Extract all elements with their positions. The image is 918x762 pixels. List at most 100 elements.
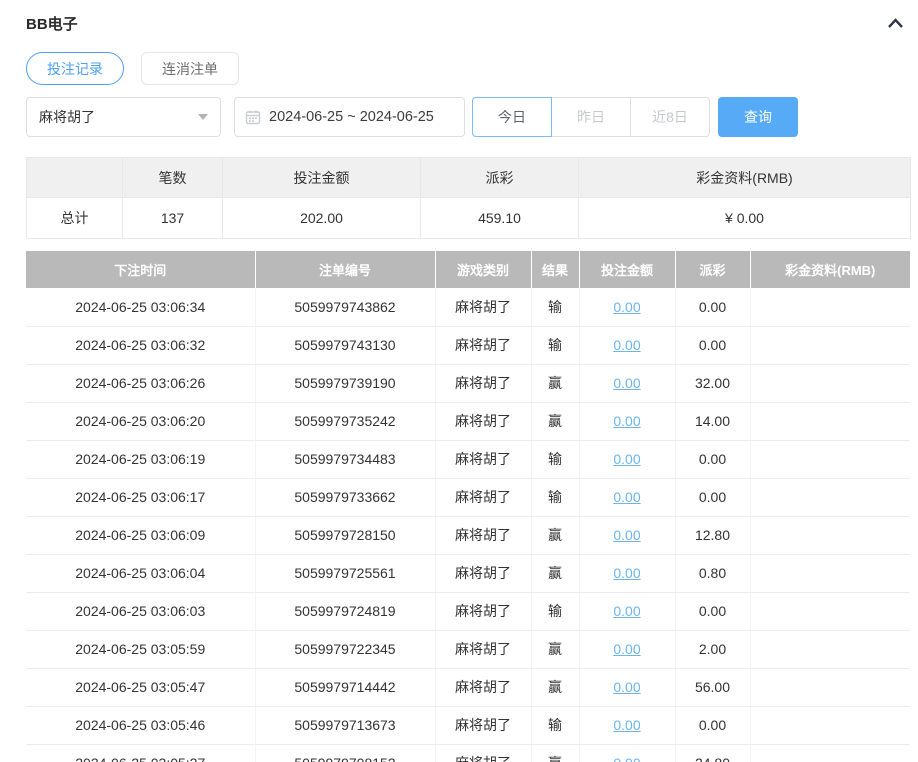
last-8-days-button[interactable]: 近8日 [630,97,710,137]
cell-game: 麻将胡了 [435,516,532,555]
bet-amount-link[interactable]: 0.00 [613,603,640,619]
tab-bet-records[interactable]: 投注记录 [26,52,124,85]
today-button[interactable]: 今日 [472,97,552,137]
summary-total-count: 137 [122,197,223,239]
detail-row: 2024-06-25 03:05:59 5059979722345 麻将胡了赢 0.0… [26,630,910,669]
cell-order: 5059979724819 [255,592,436,631]
cell-bonus [750,288,910,327]
bet-amount-link[interactable]: 0.00 [613,755,640,762]
cell-time: 2024-06-25 03:06:20 [26,402,256,441]
detail-row: 2024-06-25 03:06:04 5059979725561 麻将胡了赢 0.0… [26,554,910,593]
cell-time: 2024-06-25 03:06:32 [26,326,256,365]
cell-bet: 0.00 [579,478,676,517]
game-select[interactable]: 麻将胡了 [26,97,221,137]
chevron-up-icon [888,18,903,28]
cell-bet: 0.00 [579,288,676,327]
bet-amount-link[interactable]: 0.00 [613,451,640,467]
cell-result: 输 [531,440,580,479]
bet-amount-link[interactable]: 0.00 [613,565,640,581]
cell-bet: 0.00 [579,744,676,762]
cell-bet: 0.00 [579,592,676,631]
cell-game: 麻将胡了 [435,554,532,593]
filter-bar: 麻将胡了 2024-06-25 ~ 2024-06-25 今日 昨日 近8日 查… [26,97,910,137]
cell-game: 麻将胡了 [435,668,532,707]
cell-payout: 0.00 [675,706,751,745]
yesterday-button[interactable]: 昨日 [551,97,631,137]
tab-bar: 投注记录 连消注单 [26,52,910,85]
cell-order: 5059979734483 [255,440,436,479]
detail-row: 2024-06-25 03:06:09 5059979728150 麻将胡了赢 0.0… [26,516,910,555]
summary-total-row: 总计 137 202.00 459.10 ¥ 0.00 [26,197,911,239]
bet-amount-link[interactable]: 0.00 [613,375,640,391]
cell-payout: 24.80 [675,744,751,762]
summary-total-bet-amount: 202.00 [222,197,421,239]
detail-header-bet: 投注金额 [579,251,676,288]
detail-header-payout: 派彩 [675,251,751,288]
cell-bet: 0.00 [579,440,676,479]
cell-bonus [750,516,910,555]
cell-order: 5059979725561 [255,554,436,593]
cell-order: 5059979735242 [255,402,436,441]
cell-bet: 0.00 [579,402,676,441]
cell-game: 麻将胡了 [435,478,532,517]
cell-bonus [750,554,910,593]
cell-result: 赢 [531,668,580,707]
bet-amount-link[interactable]: 0.00 [613,679,640,695]
cell-bet: 0.00 [579,554,676,593]
cell-order: 5059979713673 [255,706,436,745]
cell-order: 5059979714442 [255,668,436,707]
cell-game: 麻将胡了 [435,744,532,762]
cell-bet: 0.00 [579,364,676,403]
cell-time: 2024-06-25 03:06:26 [26,364,256,403]
detail-row: 2024-06-25 03:06:03 5059979724819 麻将胡了输 0.0… [26,592,910,631]
tab-cancelled-orders[interactable]: 连消注单 [141,52,239,85]
bet-amount-link[interactable]: 0.00 [613,413,640,429]
cell-payout: 0.00 [675,440,751,479]
cell-result: 赢 [531,516,580,555]
cell-time: 2024-06-25 03:06:19 [26,440,256,479]
detail-row: 2024-06-25 03:06:20 5059979735242 麻将胡了赢 0.0… [26,402,910,441]
cell-time: 2024-06-25 03:06:04 [26,554,256,593]
detail-row: 2024-06-25 03:06:19 5059979734483 麻将胡了输 0.0… [26,440,910,479]
summary-header-row: 笔数 投注金额 派彩 彩金资料(RMB) [26,157,911,198]
calendar-icon [245,110,261,125]
date-range-input[interactable]: 2024-06-25 ~ 2024-06-25 [234,97,465,137]
cell-payout: 12.80 [675,516,751,555]
cell-payout: 0.00 [675,592,751,631]
bet-amount-link[interactable]: 0.00 [613,641,640,657]
cell-order: 5059979739190 [255,364,436,403]
bet-amount-link[interactable]: 0.00 [613,489,640,505]
page-title: BB电子 [26,15,78,33]
detail-row: 2024-06-25 03:06:34 5059979743862 麻将胡了输 0.0… [26,288,910,327]
cell-result: 赢 [531,364,580,403]
cell-bonus [750,668,910,707]
cell-payout: 0.00 [675,478,751,517]
bet-amount-link[interactable]: 0.00 [613,337,640,353]
cell-bonus [750,364,910,403]
summary-header-blank [26,157,123,198]
summary-total-label: 总计 [26,197,123,239]
cell-bet: 0.00 [579,326,676,365]
cell-game: 麻将胡了 [435,592,532,631]
cell-order: 5059979743130 [255,326,436,365]
cell-payout: 2.00 [675,630,751,669]
bet-amount-link[interactable]: 0.00 [613,717,640,733]
cell-bonus [750,630,910,669]
cell-result: 输 [531,592,580,631]
collapse-button[interactable] [887,17,904,29]
bet-amount-link[interactable]: 0.00 [613,527,640,543]
detail-header-bonus: 彩金资料(RMB) [750,251,910,288]
cell-payout: 14.00 [675,402,751,441]
cell-result: 输 [531,706,580,745]
summary-header-payout: 派彩 [420,157,579,198]
cell-bonus [750,744,910,762]
cell-result: 输 [531,478,580,517]
search-button[interactable]: 查询 [718,97,798,137]
detail-header-row: 下注时间 注单编号 游戏类别 结果 投注金额 派彩 彩金资料(RMB) [26,251,910,288]
caret-down-icon [198,114,208,120]
summary-header-bonus: 彩金资料(RMB) [578,157,911,198]
summary-header-bet-amount: 投注金额 [222,157,421,198]
cell-time: 2024-06-25 03:06:03 [26,592,256,631]
detail-header-order: 注单编号 [255,251,436,288]
bet-amount-link[interactable]: 0.00 [613,299,640,315]
